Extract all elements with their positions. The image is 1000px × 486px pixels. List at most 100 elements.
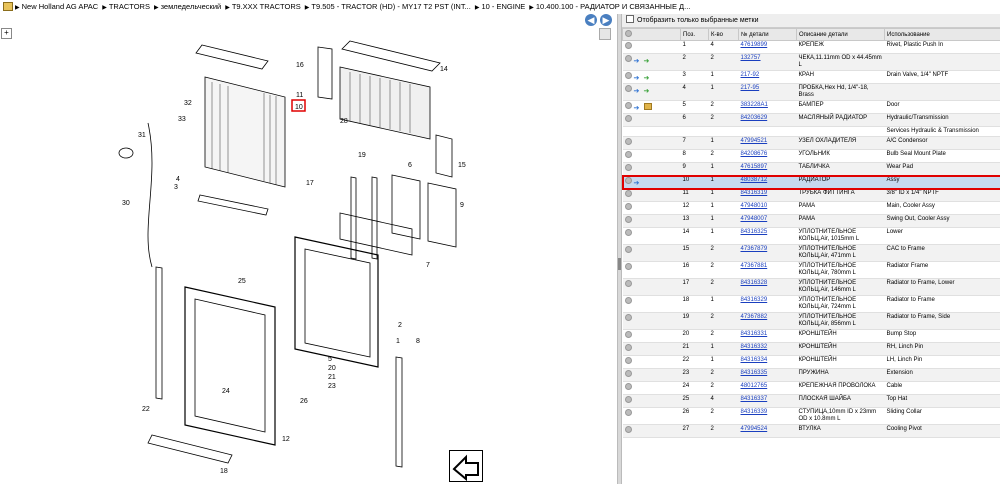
callout[interactable]: 7	[426, 262, 430, 269]
callout[interactable]: 22	[142, 406, 150, 413]
table-row[interactable]: Services Hydraulic & Transmission	[623, 127, 1000, 137]
part-number-link[interactable]: 47619899	[741, 42, 768, 48]
part-number-link[interactable]: 47367879	[741, 246, 768, 252]
select-row-icon[interactable]	[625, 331, 632, 338]
row-part-no[interactable]: 84316335	[739, 369, 797, 382]
callout[interactable]: 5	[328, 356, 332, 363]
part-number-link[interactable]: 48038712	[741, 177, 768, 183]
part-number-link[interactable]: 84316335	[741, 370, 768, 376]
alternate-part-icon[interactable]: ➜	[644, 58, 652, 65]
callout[interactable]: 9	[460, 202, 464, 209]
select-all-icon[interactable]	[625, 30, 632, 37]
callout[interactable]: 28	[340, 118, 348, 125]
callout[interactable]: 15	[458, 162, 466, 169]
part-number-link[interactable]: 84316328	[741, 280, 768, 286]
next-page-arrow-icon[interactable]	[449, 450, 483, 482]
callout[interactable]: 3	[174, 184, 178, 191]
breadcrumb-item[interactable]: TRACTORS	[102, 2, 150, 11]
callout[interactable]: 17	[306, 180, 314, 187]
callout[interactable]: 24	[222, 388, 230, 395]
callout[interactable]: 20	[328, 365, 336, 372]
select-row-icon[interactable]	[625, 396, 632, 403]
select-row-icon[interactable]	[625, 229, 632, 236]
table-row[interactable]: ➔10148038712РАДИАТОРAssy	[623, 176, 1000, 189]
info-arrow-icon[interactable]: ➔	[634, 58, 642, 65]
splitter-grip-icon[interactable]	[618, 258, 621, 270]
select-row-icon[interactable]	[625, 164, 632, 171]
row-actions[interactable]	[623, 215, 681, 228]
part-number-link[interactable]: 383228A1	[741, 102, 768, 108]
row-actions[interactable]	[623, 313, 681, 330]
diagram-scroll-button[interactable]	[599, 28, 611, 40]
part-number-link[interactable]: 84316331	[741, 331, 768, 337]
row-actions[interactable]	[623, 356, 681, 369]
table-row[interactable]: 26284316339СТУПИЦА,10mm ID x 23mm OD x 1…	[623, 408, 1000, 425]
table-row[interactable]: 14184316325УПЛОТНИТЕЛЬНОЕ КОЛЬЦ,Air, 101…	[623, 228, 1000, 245]
row-part-no[interactable]: 47948010	[739, 202, 797, 215]
forward-nav-button[interactable]: ▶	[600, 14, 612, 26]
callout[interactable]: 4	[176, 176, 180, 183]
select-row-icon[interactable]	[625, 55, 632, 62]
row-part-no[interactable]: 84316332	[739, 343, 797, 356]
checkbox-icon[interactable]	[626, 15, 634, 23]
row-part-no[interactable]: 47994521	[739, 137, 797, 150]
row-actions[interactable]: ➔	[623, 176, 681, 189]
part-number-link[interactable]: 84316339	[741, 409, 768, 415]
select-row-icon[interactable]	[625, 177, 632, 184]
info-arrow-icon[interactable]: ➔	[634, 75, 642, 82]
table-row[interactable]: 22184316334КРОНШТЕЙНLH, Linch Pin	[623, 356, 1000, 369]
breadcrumb-item[interactable]: земледельческий	[154, 2, 221, 11]
callout[interactable]: 11	[296, 92, 303, 99]
select-row-icon[interactable]	[625, 138, 632, 145]
part-number-link[interactable]: 47367881	[741, 263, 768, 269]
select-row-icon[interactable]	[625, 297, 632, 304]
row-part-no[interactable]: 217-92	[739, 71, 797, 84]
select-row-icon[interactable]	[625, 426, 632, 433]
row-actions[interactable]	[623, 114, 681, 127]
part-number-link[interactable]: 47994524	[741, 426, 768, 432]
table-row[interactable]: 15247367879УПЛОТНИТЕЛЬНОЕ КОЛЬЦ,Air, 471…	[623, 245, 1000, 262]
select-row-icon[interactable]	[625, 203, 632, 210]
select-row-icon[interactable]	[625, 344, 632, 351]
callout[interactable]: 12	[282, 436, 290, 443]
select-row-icon[interactable]	[625, 383, 632, 390]
callout[interactable]: 32	[184, 100, 192, 107]
select-row-icon[interactable]	[625, 246, 632, 253]
row-part-no[interactable]: 217-95	[739, 84, 797, 101]
select-row-icon[interactable]	[625, 216, 632, 223]
row-actions[interactable]: ➔➜	[623, 84, 681, 101]
part-number-link[interactable]: 47615897	[741, 164, 768, 170]
table-row[interactable]: 13147948007РАМАSwing Out, Cooler Assy	[623, 215, 1000, 228]
row-part-no[interactable]: 48012765	[739, 382, 797, 395]
table-row[interactable]: 7147994521УЗЕЛ ОХЛАДИТЕЛЯA/C Condensor	[623, 137, 1000, 150]
select-row-icon[interactable]	[625, 409, 632, 416]
row-part-no[interactable]	[739, 127, 797, 137]
row-part-no[interactable]: 383228A1	[739, 101, 797, 114]
breadcrumb-item[interactable]: T9.XXX TRACTORS	[225, 2, 301, 11]
row-part-no[interactable]: 47948007	[739, 215, 797, 228]
part-number-link[interactable]: 47948010	[741, 203, 768, 209]
table-row[interactable]: 19247367882УПЛОТНИТЕЛЬНОЕ КОЛЬЦ,Air, 856…	[623, 313, 1000, 330]
info-arrow-icon[interactable]: ➔	[634, 105, 642, 112]
select-row-icon[interactable]	[625, 72, 632, 79]
row-part-no[interactable]: 84203629	[739, 114, 797, 127]
table-row[interactable]: ➔➜31217-92КРАНDrain Valve, 1/4" NPTF	[623, 71, 1000, 84]
row-part-no[interactable]: 84316329	[739, 296, 797, 313]
header-usage[interactable]: Использование	[885, 29, 1000, 41]
zoom-in-button[interactable]: +	[1, 28, 12, 39]
select-row-icon[interactable]	[625, 370, 632, 377]
part-number-link[interactable]: 132757	[741, 55, 761, 61]
part-number-link[interactable]: 48012765	[741, 383, 768, 389]
callout[interactable]: 8	[416, 338, 420, 345]
part-number-link[interactable]: 84208676	[741, 151, 768, 157]
row-actions[interactable]	[623, 245, 681, 262]
row-part-no[interactable]: 84316325	[739, 228, 797, 245]
header-description[interactable]: Описание детали	[797, 29, 885, 41]
select-row-icon[interactable]	[625, 357, 632, 364]
selected-callout[interactable]: 10	[295, 104, 303, 111]
row-part-no[interactable]: 84316334	[739, 356, 797, 369]
row-part-no[interactable]: 84208676	[739, 150, 797, 163]
part-number-link[interactable]: 217-95	[741, 85, 760, 91]
callout[interactable]: 31	[138, 132, 146, 139]
row-actions[interactable]	[623, 189, 681, 202]
